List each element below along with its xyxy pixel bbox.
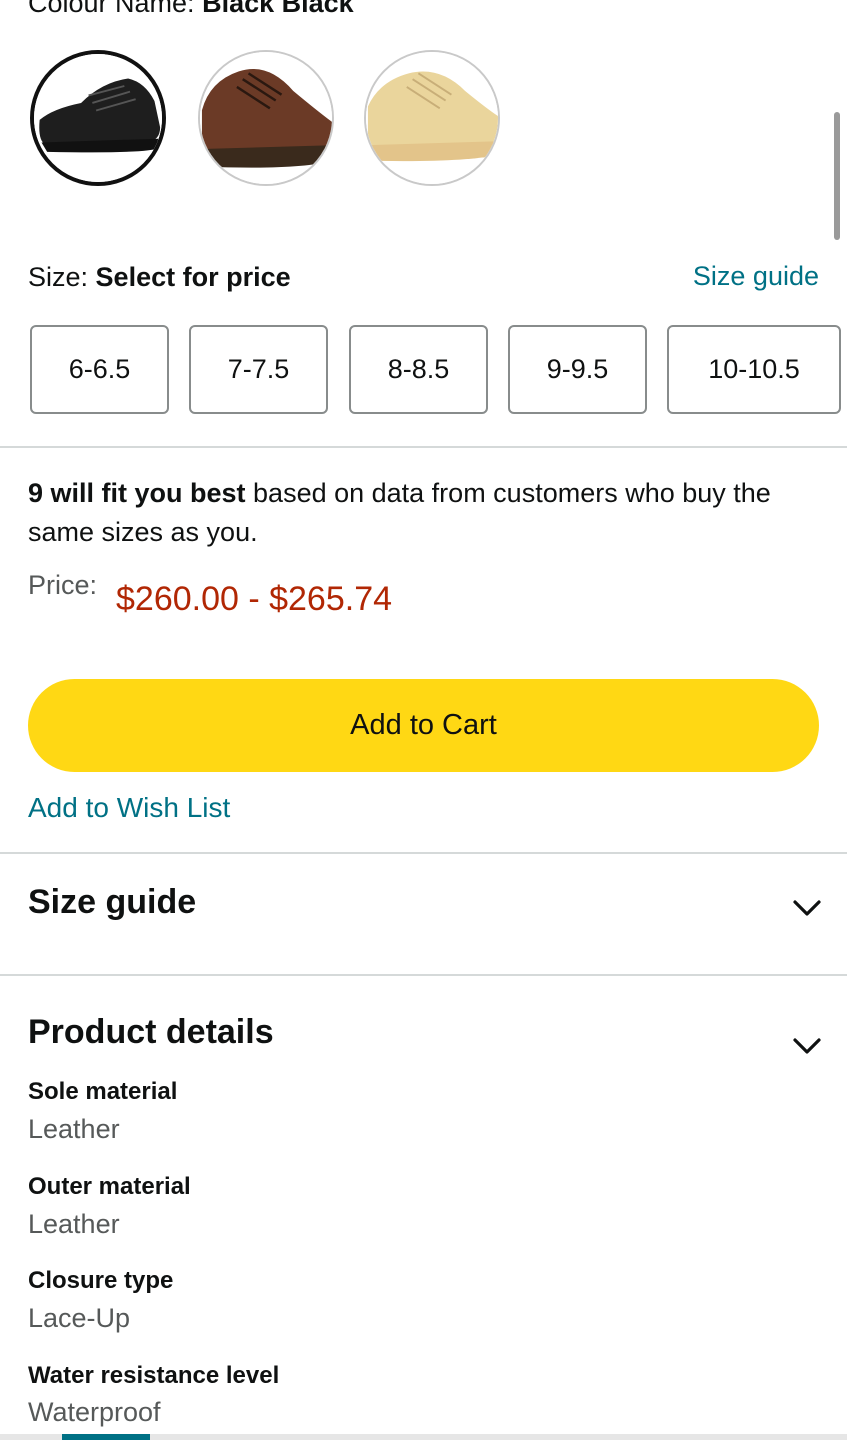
size-label-line: Size: Select for price xyxy=(28,262,291,293)
add-to-wish-list-link[interactable]: Add to Wish List xyxy=(28,792,230,824)
chevron-down-icon[interactable] xyxy=(792,898,822,918)
size-option-10[interactable]: 10-10.5 xyxy=(667,325,841,414)
detail-label-outer-material: Outer material xyxy=(28,1173,191,1200)
divider xyxy=(0,852,847,854)
colour-name-label: Colour Name: xyxy=(28,0,195,18)
colour-name-line: Colour Name: Black Black xyxy=(28,0,354,19)
size-option-8[interactable]: 8-8.5 xyxy=(349,325,488,414)
size-guide-link[interactable]: Size guide xyxy=(693,261,819,292)
detail-label-water-resistance: Water resistance level xyxy=(28,1362,280,1389)
detail-value-outer-material: Leather xyxy=(28,1209,120,1239)
beige-shoe-image xyxy=(366,52,498,184)
size-option-9[interactable]: 9-9.5 xyxy=(508,325,647,414)
detail-value-water-resistance: Waterproof xyxy=(28,1397,161,1427)
fit-recommendation-bold: 9 will fit you best xyxy=(28,478,246,508)
price-value: $260.00 - $265.74 xyxy=(116,580,393,618)
detail-label-sole-material: Sole material xyxy=(28,1078,178,1105)
price-label: Price: xyxy=(28,570,98,600)
size-option-7[interactable]: 7-7.5 xyxy=(189,325,328,414)
bottom-tab-indicator xyxy=(62,1434,150,1440)
colour-name-value: Black Black xyxy=(202,0,354,18)
product-details-section-title[interactable]: Product details xyxy=(28,1013,274,1052)
size-guide-section-title[interactable]: Size guide xyxy=(28,883,196,922)
add-to-cart-button[interactable]: Add to Cart xyxy=(28,679,819,772)
swatch-brown[interactable] xyxy=(198,50,334,186)
brown-shoe-image xyxy=(200,52,332,184)
swatch-beige[interactable] xyxy=(364,50,500,186)
black-shoe-image xyxy=(34,54,162,182)
size-label: Size: xyxy=(28,262,89,292)
detail-value-closure-type: Lace-Up xyxy=(28,1303,131,1333)
size-option-6[interactable]: 6-6.5 xyxy=(30,325,169,414)
add-to-cart-label: Add to Cart xyxy=(350,709,497,741)
detail-value-sole-material: Leather xyxy=(28,1114,120,1144)
fit-recommendation: 9 will fit you best based on data from c… xyxy=(28,474,828,552)
divider xyxy=(0,974,847,976)
divider xyxy=(0,446,847,448)
detail-label-closure-type: Closure type xyxy=(28,1267,174,1294)
size-select-prompt: Select for price xyxy=(95,262,291,292)
chevron-down-icon[interactable] xyxy=(792,1036,822,1056)
swatch-black[interactable] xyxy=(30,50,166,186)
scrollbar[interactable] xyxy=(834,112,840,240)
